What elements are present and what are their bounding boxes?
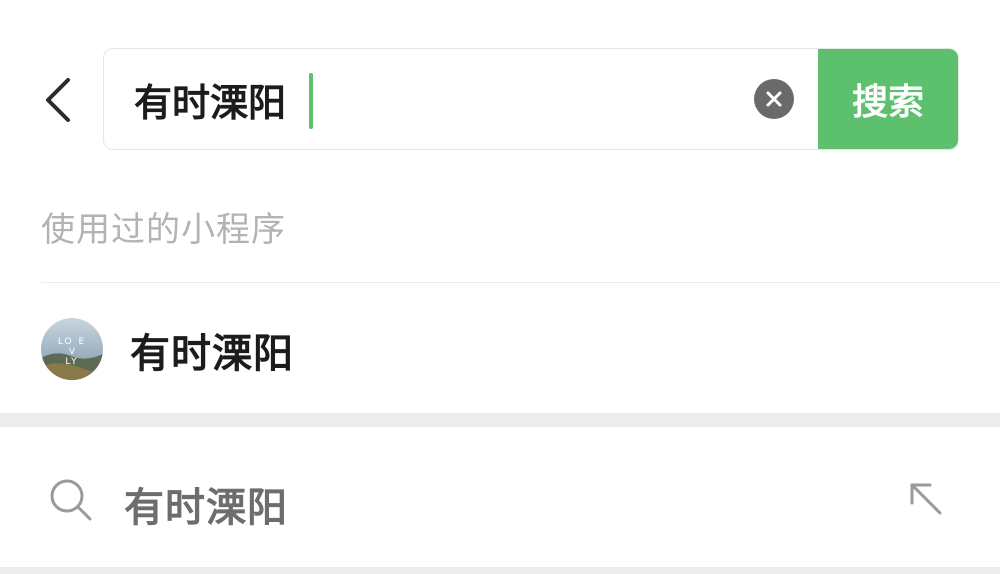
search-button[interactable]: 搜索 xyxy=(818,49,958,149)
suggestion-text: 有时溧阳 xyxy=(124,485,288,531)
back-button[interactable] xyxy=(30,70,84,130)
svg-text:LO E: LO E xyxy=(58,337,86,347)
section-title: 使用过的小程序 xyxy=(41,210,286,250)
lovely-landscape-avatar-icon: LO E V LY xyxy=(41,318,103,380)
svg-text:V: V xyxy=(69,347,76,357)
fill-arrow-icon[interactable] xyxy=(906,479,946,519)
text-cursor xyxy=(309,73,313,129)
section-separator xyxy=(0,413,1000,427)
search-page: 搜索 使用过的小程序 LO E V LY 有时 xyxy=(0,0,1000,574)
chevron-left-icon xyxy=(46,78,70,122)
avatar: LO E V LY xyxy=(41,318,103,380)
mini-program-name: 有时溧阳 xyxy=(130,331,294,377)
search-suggestion-item[interactable]: 有时溧阳 xyxy=(0,427,1000,567)
search-icon xyxy=(50,479,92,521)
bottom-separator xyxy=(0,567,1000,574)
close-icon xyxy=(766,91,782,107)
search-input[interactable] xyxy=(134,49,734,149)
svg-text:LY: LY xyxy=(65,357,78,367)
search-bar: 搜索 xyxy=(103,48,959,150)
mini-program-item[interactable]: LO E V LY 有时溧阳 xyxy=(0,283,1000,413)
clear-button[interactable] xyxy=(754,79,794,119)
